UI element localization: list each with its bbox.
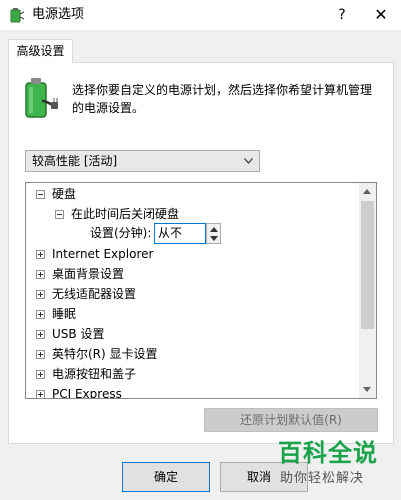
watermark-title: 百科全说 — [278, 439, 378, 467]
close-button[interactable]: ✕ — [361, 0, 401, 30]
spin-down-icon[interactable] — [210, 236, 218, 241]
setting-minutes-label: 设置(分钟): — [90, 226, 152, 240]
dropdown-selected-value: 较高性能 [活动] — [32, 154, 118, 168]
tree-item-label: USB 设置 — [52, 327, 105, 341]
tab-advanced-settings[interactable]: 高级设置 — [8, 39, 73, 63]
power-plan-dropdown[interactable]: 较高性能 [活动] — [25, 150, 260, 172]
scrollbar-thumb[interactable] — [361, 201, 374, 329]
scroll-up-icon[interactable] — [359, 183, 376, 200]
help-button[interactable]: ? — [322, 0, 362, 30]
tree-item-label: 睡眠 — [52, 307, 77, 321]
minutes-input[interactable]: 从不 — [154, 223, 206, 244]
power-options-icon — [10, 8, 25, 23]
collapse-icon[interactable] — [36, 190, 45, 199]
spin-up-icon[interactable] — [210, 227, 218, 232]
expand-icon[interactable] — [36, 270, 45, 279]
expand-icon[interactable] — [36, 350, 45, 359]
restore-defaults-button[interactable]: 还原计划默认值(R) — [204, 408, 378, 432]
expand-icon[interactable] — [36, 370, 45, 379]
expand-icon[interactable] — [36, 250, 45, 259]
settings-tree[interactable]: 硬盘 在此时间后关闭硬盘 设置(分钟): 从不 Internet Explore… — [25, 182, 377, 399]
minutes-spinner[interactable] — [206, 223, 221, 244]
tree-item-label: 桌面背景设置 — [52, 267, 125, 281]
expand-icon[interactable] — [36, 390, 45, 398]
title-bar: 电源选项 ? ✕ — [0, 0, 401, 30]
description-text: 选择你要自定义的电源计划，然后选择你希望计算机管理的电源设置。 — [72, 83, 373, 115]
window-title: 电源选项 — [32, 7, 85, 22]
scroll-down-icon[interactable] — [359, 381, 376, 398]
watermark-subtitle: 助你轻松解决 — [280, 471, 365, 486]
tree-scrollbar[interactable] — [359, 183, 376, 398]
tree-item-label: 英特尔(R) 显卡设置 — [52, 347, 158, 361]
expand-icon[interactable] — [36, 310, 45, 319]
ok-button[interactable]: 确定 — [122, 462, 210, 492]
tree-item-label: 硬盘 — [52, 187, 77, 201]
tree-item-label: PCI Express — [52, 387, 122, 399]
tree-item-label: 电源按钮和盖子 — [52, 367, 137, 381]
tree-item-label: 在此时间后关闭硬盘 — [71, 207, 180, 221]
chevron-down-icon — [244, 158, 253, 164]
collapse-icon[interactable] — [55, 210, 64, 219]
tree-item-label: Internet Explorer — [52, 247, 154, 261]
tree-item-label: 无线适配器设置 — [52, 287, 137, 301]
battery-icon — [25, 78, 58, 118]
expand-icon[interactable] — [36, 290, 45, 299]
expand-icon[interactable] — [36, 330, 45, 339]
